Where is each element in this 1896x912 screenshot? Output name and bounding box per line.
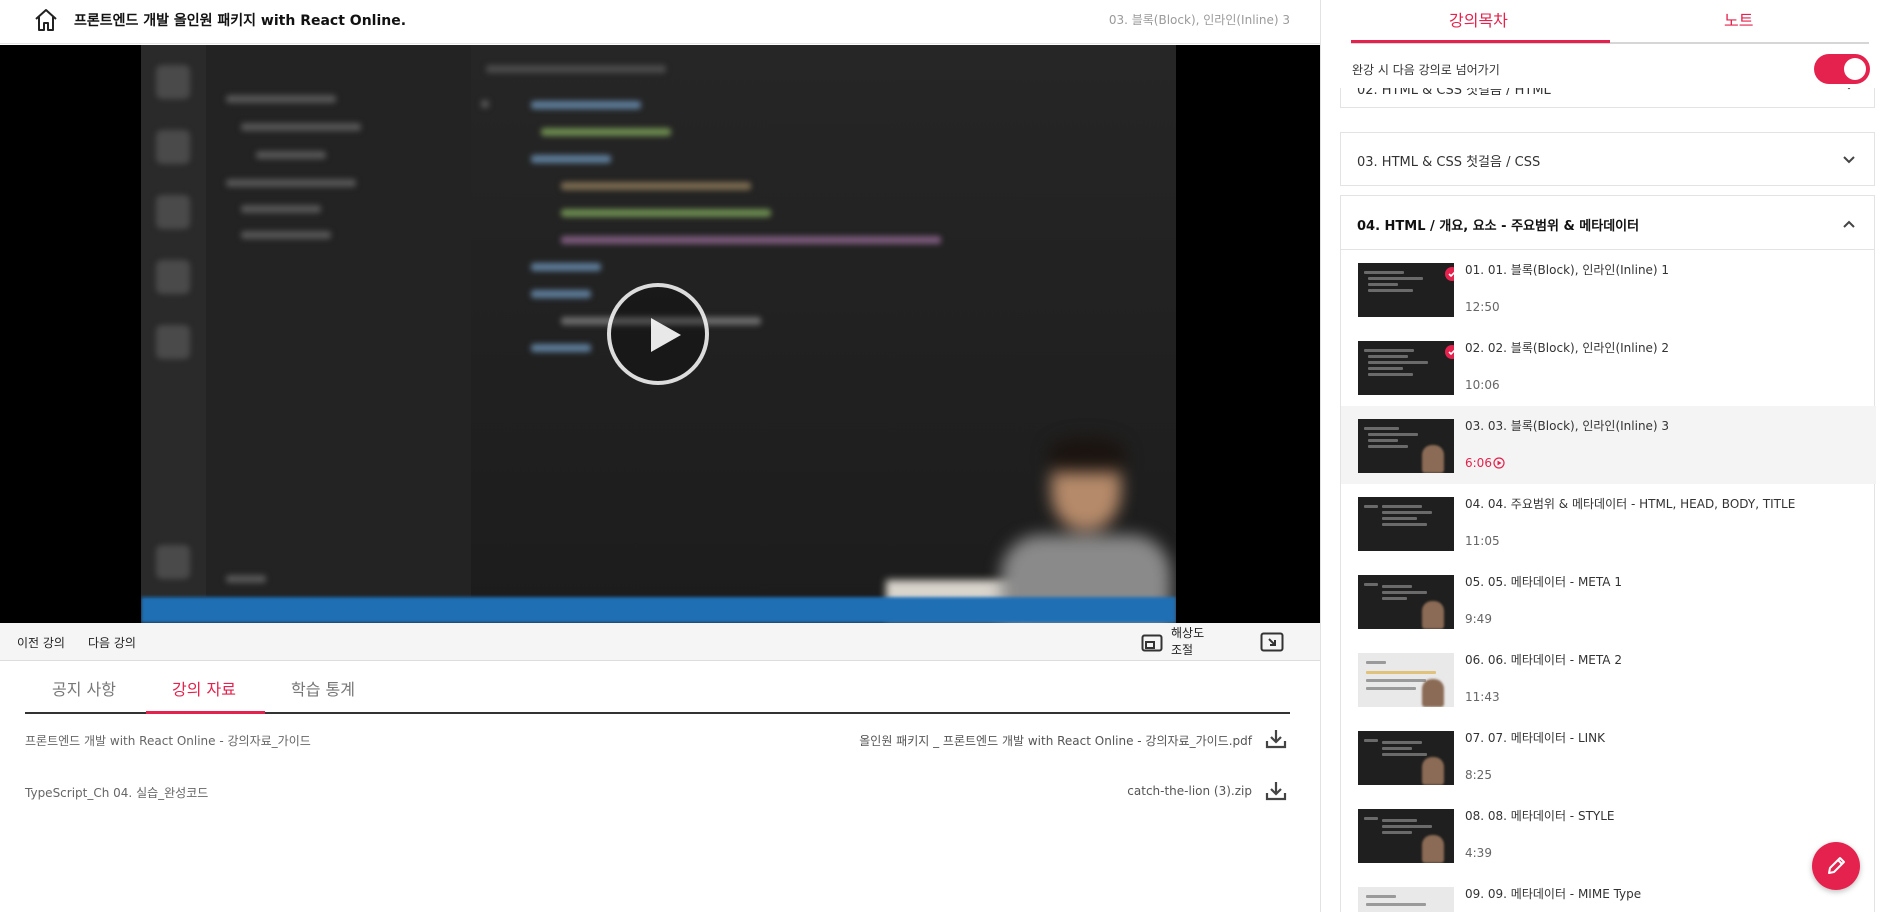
video-editor-activitybar xyxy=(141,45,206,597)
material-name: 프론트엔드 개발 with React Online - 강의자료_가이드 xyxy=(25,734,311,748)
material-file-link[interactable]: catch-the-lion (3).zip xyxy=(1127,784,1252,798)
lesson-title: 07. 07. 메타데이터 - LINK xyxy=(1465,731,1606,745)
lesson-title: 04. 04. 주요범위 & 메타데이터 - HTML, HEAD, BODY,… xyxy=(1465,497,1796,511)
lesson-item[interactable]: 01. 01. 블록(Block), 인라인(Inline) 1 12:50 xyxy=(1341,250,1876,328)
lesson-item[interactable]: 08. 08. 메타데이터 - STYLE 4:39 xyxy=(1341,796,1876,874)
active-tab-indicator xyxy=(146,711,265,714)
video-player[interactable] xyxy=(0,45,1320,623)
lesson-title: 01. 01. 블록(Block), 인라인(Inline) 1 xyxy=(1465,263,1670,277)
lesson-duration: 9:49 xyxy=(1465,612,1492,626)
lesson-item[interactable]: 07. 07. 메타데이터 - LINK 8:25 xyxy=(1341,718,1876,796)
playing-icon xyxy=(1493,457,1505,469)
autoplay-label: 완강 시 다음 강의로 넘어가기 xyxy=(1352,63,1500,77)
check-icon xyxy=(1445,345,1454,359)
material-row: 프론트엔드 개발 with React Online - 강의자료_가이드 올인… xyxy=(25,728,1290,752)
section-title: 03. HTML & CSS 첫걸음 / CSS xyxy=(1357,155,1541,170)
play-button[interactable] xyxy=(607,283,709,385)
lesson-thumbnail xyxy=(1358,497,1454,551)
lecture-tabs: 공지 사항 강의 자료 학습 통계 xyxy=(25,662,1290,714)
lesson-thumbnail xyxy=(1358,341,1454,395)
lesson-duration: 10:06 xyxy=(1465,378,1500,392)
curriculum-sidebar: 강의목차 노트 완강 시 다음 강의로 넘어가기 02. HTML & CSS … xyxy=(1321,0,1896,912)
tab-stats[interactable]: 학습 통계 xyxy=(291,676,355,700)
chevron-down-icon xyxy=(1842,88,1856,95)
lesson-duration: 11:05 xyxy=(1465,534,1500,548)
wide-mode-icon[interactable] xyxy=(1260,632,1284,656)
autoplay-toggle[interactable] xyxy=(1814,54,1870,84)
lesson-item[interactable]: 04. 04. 주요범위 & 메타데이터 - HTML, HEAD, BODY,… xyxy=(1341,484,1876,562)
lesson-duration: 4:39 xyxy=(1465,846,1492,860)
lesson-thumbnail xyxy=(1358,419,1454,473)
lesson-thumbnail xyxy=(1358,653,1454,707)
lesson-title: 05. 05. 메타데이터 - META 1 xyxy=(1465,575,1622,589)
lesson-thumbnail xyxy=(1358,887,1454,912)
active-sidebar-tab-indicator xyxy=(1351,40,1610,43)
resolution-button[interactable]: 해상도 조절 xyxy=(1171,625,1211,659)
lesson-item[interactable]: 05. 05. 메타데이터 - META 1 9:49 xyxy=(1341,562,1876,640)
lesson-title: 03. 03. 블록(Block), 인라인(Inline) 3 xyxy=(1465,419,1670,433)
home-icon[interactable] xyxy=(33,7,59,33)
lecture-pane: 프론트엔드 개발 올인원 패키지 with React Online. 03. … xyxy=(0,0,1320,912)
toggle-knob xyxy=(1844,58,1866,80)
lesson-item[interactable]: 09. 09. 메타데이터 - MIME Type xyxy=(1341,874,1876,912)
write-note-button[interactable] xyxy=(1812,842,1860,890)
tab-curriculum[interactable]: 강의목차 xyxy=(1449,7,1508,31)
material-name: TypeScript_Ch 04. 실습_완성코드 xyxy=(25,786,209,800)
download-icon[interactable] xyxy=(1265,780,1287,806)
lesson-thumbnail xyxy=(1358,809,1454,863)
section-title: 02. HTML & CSS 첫걸음 / HTML xyxy=(1357,88,1551,98)
check-icon xyxy=(1445,267,1454,281)
lesson-title: 02. 02. 블록(Block), 인라인(Inline) 2 xyxy=(1465,341,1670,355)
course-title: 프론트엔드 개발 올인원 패키지 with React Online. xyxy=(74,13,407,29)
lesson-item[interactable]: 02. 02. 블록(Block), 인라인(Inline) 2 10:06 xyxy=(1341,328,1876,406)
lesson-duration: 6:06 xyxy=(1465,456,1505,470)
play-icon xyxy=(651,318,681,352)
top-bar: 프론트엔드 개발 올인원 패키지 with React Online. 03. … xyxy=(0,0,1320,44)
lesson-title: 08. 08. 메타데이터 - STYLE xyxy=(1465,809,1615,823)
chevron-down-icon xyxy=(1842,153,1856,169)
tab-notice[interactable]: 공지 사항 xyxy=(52,676,116,700)
prev-lesson-button[interactable]: 이전 강의 xyxy=(17,634,65,651)
lesson-duration: 8:25 xyxy=(1465,768,1492,782)
lesson-duration: 11:43 xyxy=(1465,690,1500,704)
video-editor-explorer xyxy=(206,45,471,597)
current-lesson-title: 03. 블록(Block), 인라인(Inline) 3 xyxy=(1108,13,1290,27)
lesson-list: 01. 01. 블록(Block), 인라인(Inline) 1 12:50 0… xyxy=(1340,250,1876,912)
tab-materials[interactable]: 강의 자료 xyxy=(172,676,236,700)
section-02[interactable]: 02. HTML & CSS 첫걸음 / HTML xyxy=(1340,88,1875,108)
material-file-link[interactable]: 올인원 패키지 _ 프론트엔드 개발 with React Online - 강… xyxy=(859,732,1252,749)
lesson-item-active[interactable]: 03. 03. 블록(Block), 인라인(Inline) 3 6:06 xyxy=(1341,406,1876,484)
chevron-up-icon xyxy=(1842,217,1856,233)
video-instructor xyxy=(1001,425,1171,623)
lesson-thumbnail xyxy=(1358,575,1454,629)
section-title: 04. HTML / 개요, 요소 - 주요범위 & 메타데이터 xyxy=(1357,219,1640,234)
section-04[interactable]: 04. HTML / 개요, 요소 - 주요범위 & 메타데이터 xyxy=(1340,195,1875,250)
section-03[interactable]: 03. HTML & CSS 첫걸음 / CSS xyxy=(1340,132,1875,186)
material-row: TypeScript_Ch 04. 실습_완성코드 catch-the-lion… xyxy=(25,780,1290,804)
lesson-thumbnail xyxy=(1358,263,1454,317)
tab-notes[interactable]: 노트 xyxy=(1724,7,1753,31)
lesson-thumbnail xyxy=(1358,731,1454,785)
lesson-title: 06. 06. 메타데이터 - META 2 xyxy=(1465,653,1622,667)
pencil-icon xyxy=(1828,857,1845,874)
player-controls: 이전 강의 다음 강의 해상도 조절 xyxy=(0,623,1320,661)
lesson-item[interactable]: 06. 06. 메타데이터 - META 2 11:43 xyxy=(1341,640,1876,718)
next-lesson-button[interactable]: 다음 강의 xyxy=(88,634,136,651)
lesson-duration: 12:50 xyxy=(1465,300,1500,314)
curriculum-list: 02. HTML & CSS 첫걸음 / HTML 03. HTML & CSS… xyxy=(1321,88,1896,912)
lesson-title: 09. 09. 메타데이터 - MIME Type xyxy=(1465,887,1642,901)
download-icon[interactable] xyxy=(1265,728,1287,754)
picture-in-picture-icon[interactable] xyxy=(1141,634,1163,656)
sidebar-tabs: 강의목차 노트 xyxy=(1351,0,1869,44)
video-editor-statusbar xyxy=(141,597,1176,623)
